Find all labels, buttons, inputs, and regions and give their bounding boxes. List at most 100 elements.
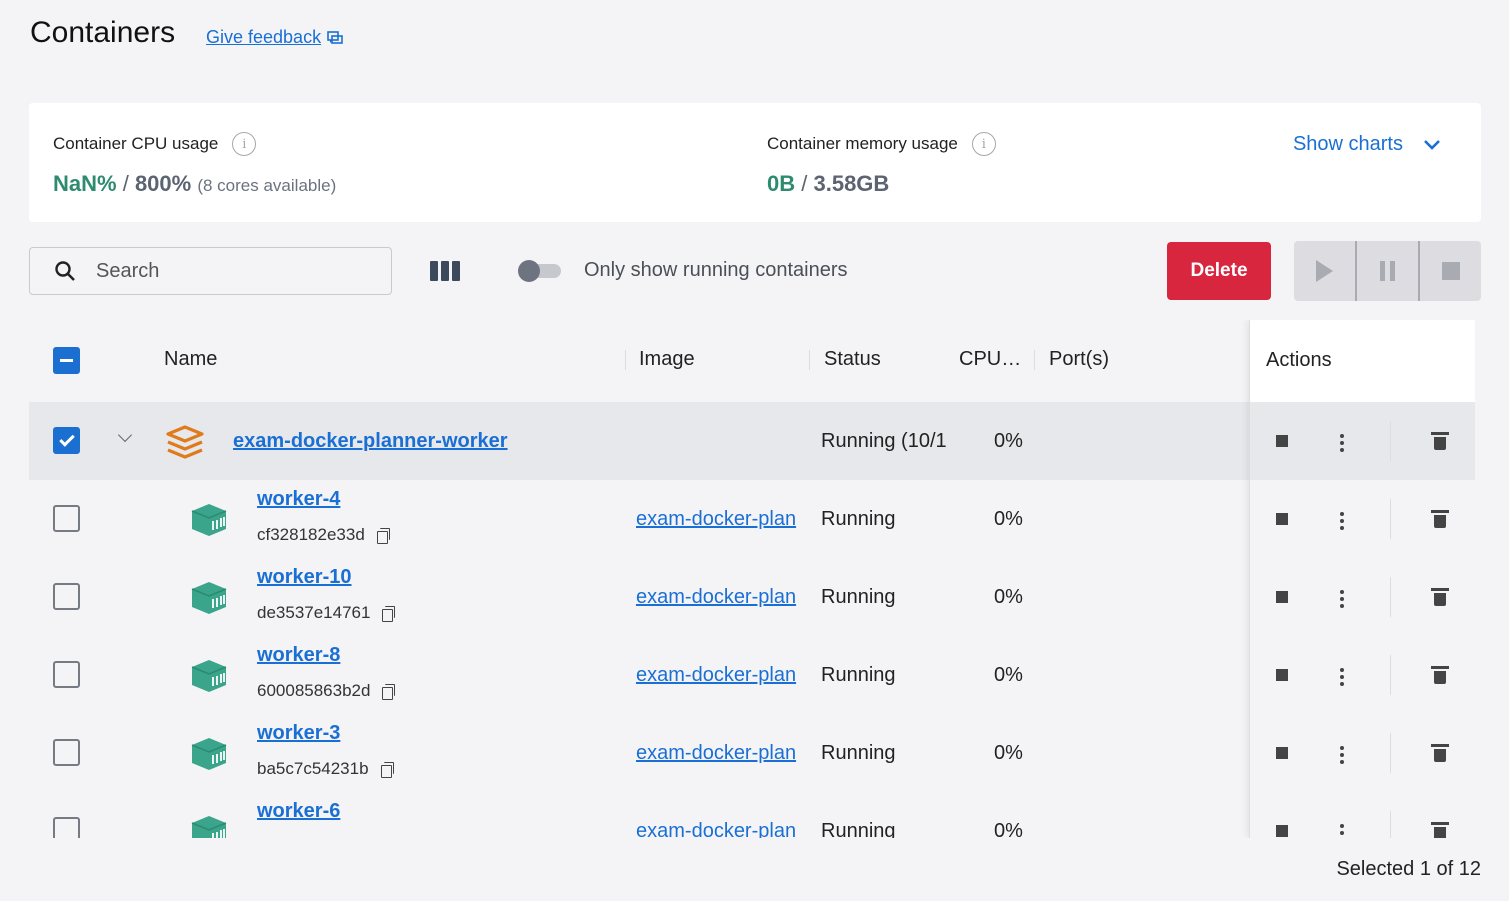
container-id-text: cf328182e33d [257,525,365,544]
container-status: Running [821,586,896,608]
give-feedback-link[interactable]: Give feedback [206,27,343,48]
cpu-used: NaN% [53,171,117,196]
container-cpu: 0% [994,586,1023,608]
chevron-down-icon[interactable] [117,427,133,443]
group-cpu: 0% [994,430,1023,452]
image-link[interactable]: exam-docker-plan [636,586,811,609]
more-options-icon[interactable] [1340,512,1344,530]
image-link[interactable]: exam-docker-plan [636,508,811,531]
info-icon[interactable]: i [971,132,996,156]
container-cpu: 0% [994,508,1023,530]
image-link[interactable]: exam-docker-plan [636,820,811,838]
row-checkbox[interactable] [53,427,80,454]
page-title: Containers [30,16,176,49]
stop-icon[interactable] [1276,435,1288,447]
container-icon [191,582,227,614]
row-actions [1250,636,1475,714]
more-options-icon[interactable] [1340,824,1344,838]
container-status: Running [821,508,896,530]
show-charts-label: Show charts [1292,133,1403,155]
image-link[interactable]: exam-docker-plan [636,742,811,765]
copy-icon[interactable] [382,606,396,622]
container-id: de3537e14761 [257,603,396,623]
containers-table: Name Image Status CPU… Port(s) exam-dock… [29,320,1475,838]
info-icon[interactable]: i [232,132,257,156]
search-box[interactable] [29,247,392,295]
memory-usage-label: Container memory usage i [767,132,996,156]
more-options-icon[interactable] [1340,746,1344,764]
more-options-icon[interactable] [1340,668,1344,686]
copy-icon[interactable] [382,684,396,700]
column-header-ports[interactable]: Port(s) [1049,348,1109,371]
container-name-link[interactable]: worker-4 [257,488,340,511]
memory-used: 0B [767,171,796,196]
row-checkbox[interactable] [53,817,80,838]
trash-icon[interactable] [1431,822,1449,838]
more-options-icon[interactable] [1340,590,1344,608]
row-checkbox[interactable] [53,505,80,532]
container-icon [191,660,227,692]
row-checkbox[interactable] [53,583,80,610]
play-icon [1316,260,1333,282]
feedback-icon [327,30,343,44]
stop-button[interactable] [1420,241,1481,301]
search-input[interactable] [96,259,356,283]
container-name-link[interactable]: worker-3 [257,722,340,745]
copy-icon[interactable] [376,528,390,544]
container-status: Running [821,742,896,764]
container-id-text: de3537e14761 [257,603,371,622]
cpu-usage-label: Container CPU usage i [53,132,257,156]
container-cpu: 0% [994,742,1023,764]
more-options-icon[interactable] [1340,434,1344,452]
delete-button[interactable]: Delete [1167,242,1271,300]
cpu-usage-value: NaN% / 800% (8 cores available) [53,171,337,196]
search-icon [55,261,75,281]
stop-icon[interactable] [1276,825,1288,837]
row-checkbox[interactable] [53,661,80,688]
stop-icon[interactable] [1276,747,1288,759]
columns-icon[interactable] [430,261,460,281]
selection-count: Selected 1 of 12 [1336,858,1481,880]
stop-icon[interactable] [1276,669,1288,681]
trash-icon[interactable] [1431,588,1449,606]
pause-icon [1380,261,1395,281]
image-link[interactable]: exam-docker-plan [636,664,811,687]
show-charts-button[interactable]: Show charts [1293,133,1441,156]
group-status: Running (10/1 [821,430,947,452]
cpu-total: 800% [134,171,192,196]
compose-stack-icon [166,425,204,459]
give-feedback-label: Give feedback [206,27,322,47]
column-header-name[interactable]: Name [164,348,217,371]
column-header-actions: Actions [1266,349,1332,371]
stop-icon[interactable] [1276,591,1288,603]
row-actions [1250,402,1475,480]
running-only-toggle[interactable] [518,260,561,282]
trash-icon[interactable] [1431,666,1449,684]
trash-icon[interactable] [1431,744,1449,762]
trash-icon[interactable] [1431,510,1449,528]
pause-button[interactable] [1357,241,1420,301]
container-icon [191,738,227,770]
row-checkbox[interactable] [53,739,80,766]
stop-icon[interactable] [1276,513,1288,525]
container-cpu: 0% [994,820,1023,838]
container-name-link[interactable]: worker-8 [257,644,340,667]
column-header-image[interactable]: Image [639,348,695,371]
memory-usage-label-text: Container memory usage [767,134,958,153]
copy-icon[interactable] [380,762,394,778]
trash-icon[interactable] [1431,432,1449,450]
column-header-cpu[interactable]: CPU… [959,348,1021,371]
container-id-text: ba5c7c54231b [257,759,369,778]
select-all-checkbox[interactable] [53,347,80,374]
container-controls [1294,241,1481,301]
container-id-text: 600085863b2d [257,681,371,700]
usage-stats-panel: Container CPU usage i NaN% / 800% (8 cor… [29,103,1481,222]
start-button[interactable] [1294,241,1357,301]
container-name-link[interactable]: worker-6 [257,800,340,823]
chevron-down-icon [1424,139,1440,150]
container-name-link[interactable]: worker-10 [257,566,352,589]
cpu-usage-label-text: Container CPU usage [53,134,219,153]
group-name-link[interactable]: exam-docker-planner-worker [233,430,508,453]
memory-total: 3.58GB [813,171,890,196]
column-header-status[interactable]: Status [824,348,881,371]
